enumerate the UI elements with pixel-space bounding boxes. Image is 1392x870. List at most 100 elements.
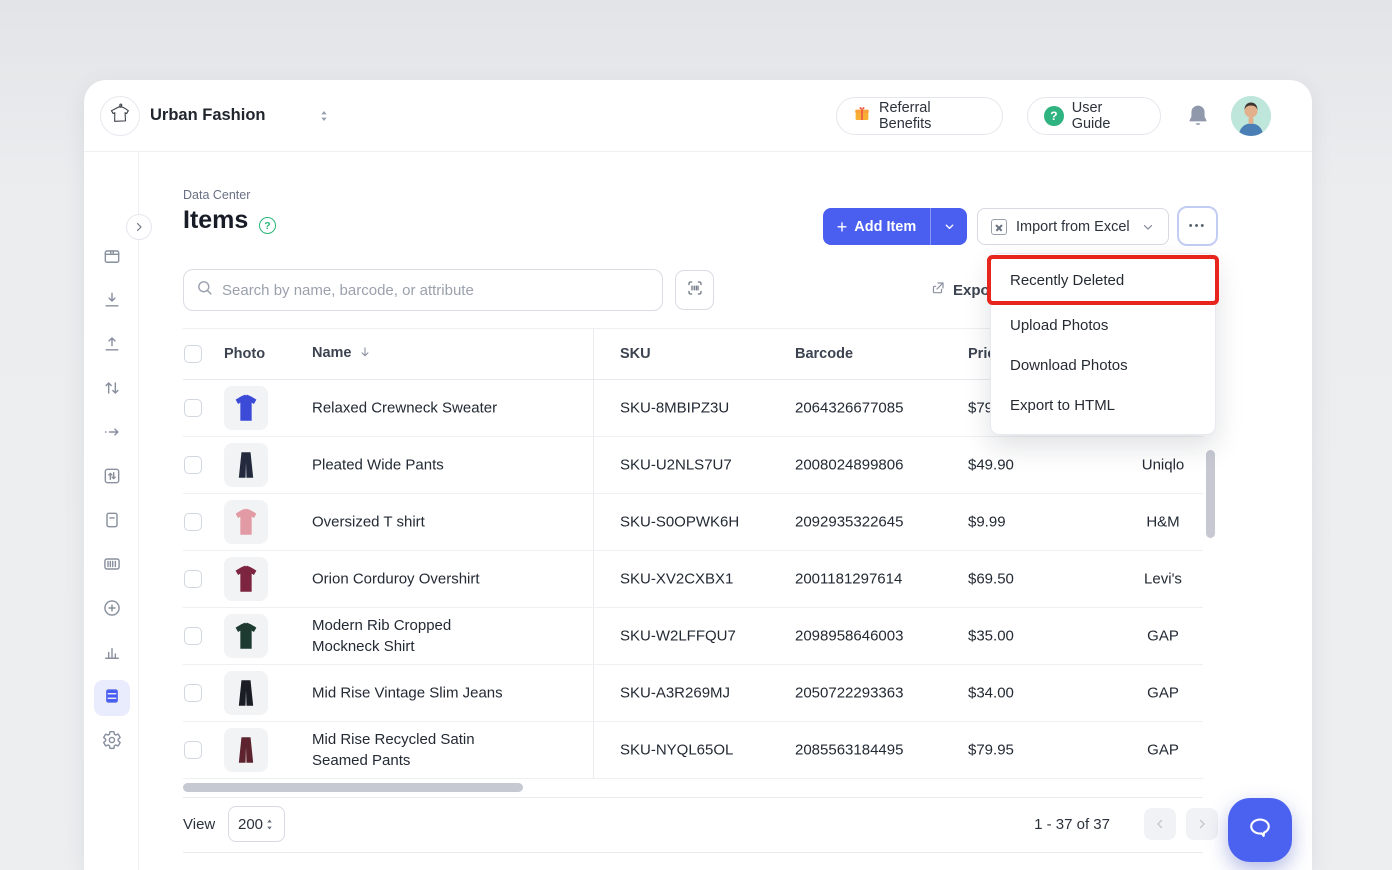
topbar: Urban Fashion Referral Benefits ? User G	[84, 80, 1312, 152]
menu-item-upload-photos[interactable]: Upload Photos	[991, 305, 1215, 345]
item-sku: SKU-W2LFFQU7	[620, 628, 736, 645]
item-brand: GAP	[1088, 628, 1238, 645]
item-photo[interactable]	[224, 443, 268, 487]
user-guide-button[interactable]: ? User Guide	[1027, 97, 1161, 135]
sidebar-item-reports[interactable]	[94, 636, 130, 672]
company-switcher-icon[interactable]	[316, 108, 332, 124]
page-size-value: 200	[238, 816, 263, 833]
header-sku[interactable]: SKU	[620, 346, 651, 362]
header-name[interactable]: Name	[312, 345, 372, 363]
item-price: $9.99	[968, 514, 1006, 531]
company-logo	[100, 96, 140, 136]
row-checkbox[interactable]	[184, 513, 202, 531]
item-photo[interactable]	[224, 557, 268, 601]
item-brand: GAP	[1088, 685, 1238, 702]
item-photo[interactable]	[224, 386, 268, 430]
row-checkbox[interactable]	[184, 741, 202, 759]
item-name: Mid Rise Recycled Satin Seamed Pants	[312, 729, 512, 771]
table-row[interactable]: Pleated Wide PantsSKU-U2NLS7U72008024899…	[183, 437, 1203, 494]
add-item-dropdown-button[interactable]	[931, 208, 967, 245]
item-photo[interactable]	[224, 614, 268, 658]
sort-desc-icon[interactable]	[358, 345, 372, 363]
search-box	[183, 269, 663, 311]
chat-widget-button[interactable]	[1228, 798, 1292, 862]
item-brand: H&M	[1088, 514, 1238, 531]
sidebar-item-upload[interactable]	[94, 328, 130, 364]
select-all-checkbox[interactable]	[184, 345, 202, 363]
item-barcode: 2085563184495	[795, 742, 903, 759]
table-row[interactable]: Mid Rise Recycled Satin Seamed PantsSKU-…	[183, 722, 1203, 779]
screen: Urban Fashion Referral Benefits ? User G	[0, 0, 1392, 870]
menu-item-recently-deleted[interactable]: Recently Deleted	[991, 259, 1215, 301]
sidebar-item-stocktake[interactable]	[94, 460, 130, 496]
row-checkbox[interactable]	[184, 570, 202, 588]
app-window: Urban Fashion Referral Benefits ? User G	[84, 80, 1312, 870]
more-actions-button[interactable]: •••	[1177, 206, 1218, 246]
header-barcode[interactable]: Barcode	[795, 346, 853, 362]
next-page-button[interactable]	[1186, 808, 1218, 840]
sidebar-item-download[interactable]	[94, 284, 130, 320]
menu-item-download-photos[interactable]: Download Photos	[991, 345, 1215, 385]
item-name: Modern Rib Cropped Mockneck Shirt	[312, 615, 512, 657]
notifications-bell-icon[interactable]	[1186, 103, 1210, 129]
user-avatar[interactable]	[1231, 96, 1271, 136]
item-photo[interactable]	[224, 500, 268, 544]
sidebar-item-data-center[interactable]	[94, 680, 130, 716]
sidebar-item-document[interactable]	[94, 504, 130, 540]
sidebar-item-settings[interactable]	[94, 724, 130, 760]
menu-item-export-to-html[interactable]: Export to HTML	[991, 385, 1215, 425]
item-sku: SKU-8MBIPZ3U	[620, 400, 729, 417]
page-help-icon[interactable]: ?	[259, 217, 276, 234]
item-price: $69.50	[968, 571, 1014, 588]
sidebar-nav	[93, 240, 131, 760]
barcode-scan-button[interactable]	[675, 270, 714, 310]
import-from-excel-button[interactable]: Import from Excel	[977, 208, 1169, 245]
item-photo[interactable]	[224, 728, 268, 772]
referral-benefits-label: Referral Benefits	[879, 100, 986, 132]
table-row[interactable]: Orion Corduroy OvershirtSKU-XV2CXBX12001…	[183, 551, 1203, 608]
sidebar-expand-button[interactable]	[126, 214, 152, 240]
item-sku: SKU-A3R269MJ	[620, 685, 730, 702]
sidebar-item-transfer-out[interactable]	[94, 416, 130, 452]
item-name: Oversized T shirt	[312, 512, 512, 533]
item-photo[interactable]	[224, 671, 268, 715]
vertical-scrollbar[interactable]	[1206, 450, 1215, 538]
company-name: Urban Fashion	[150, 106, 266, 125]
sidebar-item-transfer[interactable]	[94, 372, 130, 408]
row-checkbox[interactable]	[184, 399, 202, 417]
divider	[183, 852, 1203, 853]
item-price: $34.00	[968, 685, 1014, 702]
row-checkbox[interactable]	[184, 456, 202, 474]
item-barcode: 2008024899806	[795, 457, 903, 474]
table-body: Relaxed Crewneck SweaterSKU-8MBIPZ3U2064…	[183, 380, 1203, 779]
page-size-select[interactable]: 200	[228, 806, 285, 842]
search-input[interactable]	[222, 282, 650, 299]
item-brand: GAP	[1088, 742, 1238, 759]
scan-icon	[686, 279, 704, 302]
item-price: $49.90	[968, 457, 1014, 474]
row-checkbox[interactable]	[184, 627, 202, 645]
add-item-label: Add Item	[854, 219, 916, 235]
more-menu: Recently DeletedUpload PhotosDownload Ph…	[990, 253, 1216, 435]
stocktake-icon	[102, 466, 122, 491]
sidebar-item-barcode[interactable]	[94, 548, 130, 584]
add-item-button[interactable]: + Add Item	[823, 208, 931, 245]
sidebar-item-purchase-box[interactable]	[94, 240, 130, 276]
add-item-split-button: + Add Item	[823, 208, 967, 245]
download-icon	[102, 290, 122, 315]
breadcrumb: Data Center	[183, 188, 250, 202]
tshirt-logo-icon	[107, 101, 133, 132]
referral-benefits-button[interactable]: Referral Benefits	[836, 97, 1003, 135]
table-row[interactable]: Oversized T shirtSKU-S0OPWK6H20929353226…	[183, 494, 1203, 551]
chat-bubble-icon	[1245, 813, 1275, 848]
pagination-range: 1 - 37 of 37	[934, 816, 1110, 833]
prev-page-button[interactable]	[1144, 808, 1176, 840]
sidebar	[84, 152, 139, 870]
row-checkbox[interactable]	[184, 684, 202, 702]
table-row[interactable]: Modern Rib Cropped Mockneck Shirt SKU-W2L…	[183, 608, 1203, 665]
sidebar-item-add-circle[interactable]	[94, 592, 130, 628]
horizontal-scrollbar[interactable]	[183, 783, 523, 792]
item-sku: SKU-XV2CXBX1	[620, 571, 733, 588]
chevron-left-icon	[1153, 817, 1167, 831]
table-row[interactable]: Mid Rise Vintage Slim JeansSKU-A3R269MJ2…	[183, 665, 1203, 722]
